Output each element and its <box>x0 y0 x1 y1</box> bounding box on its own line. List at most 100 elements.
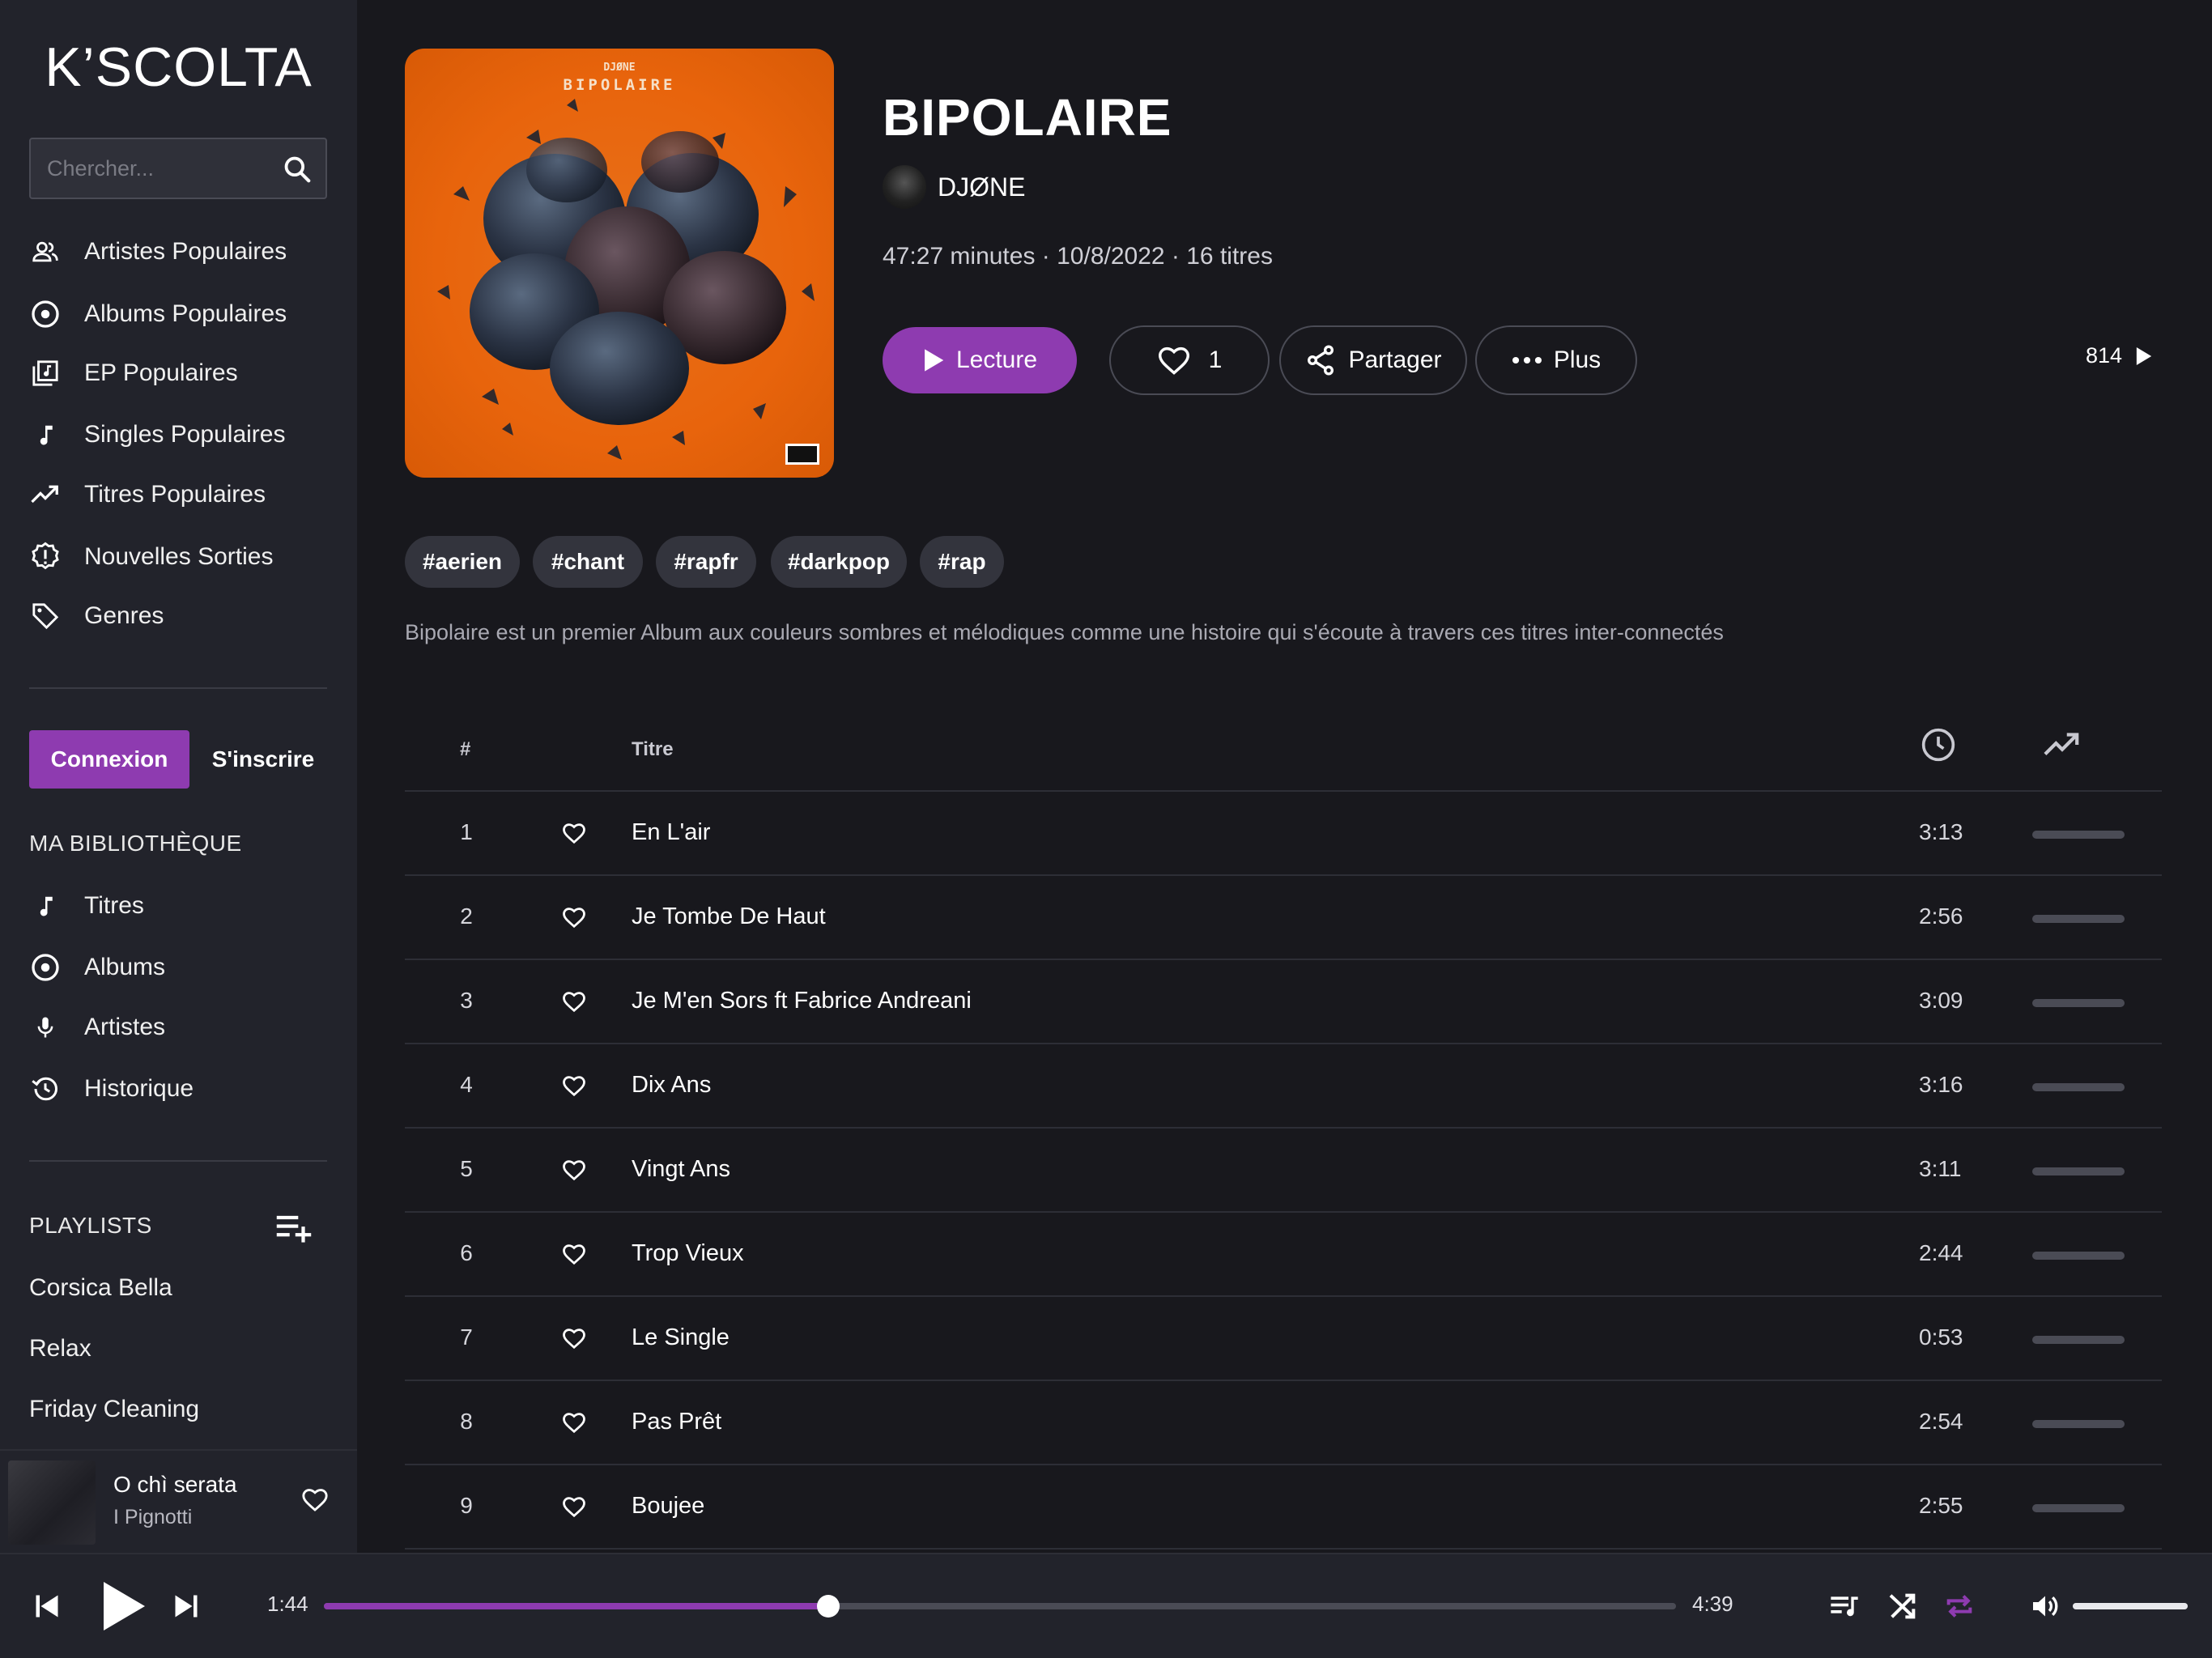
tag-chip[interactable]: #darkpop <box>771 536 907 588</box>
progress-knob[interactable] <box>816 1595 840 1618</box>
share-label: Partager <box>1348 346 1442 373</box>
signup-button[interactable]: S'inscrire <box>202 730 324 789</box>
app-logo[interactable]: K’SCOLTA <box>0 36 357 99</box>
heart-icon[interactable] <box>562 1494 586 1519</box>
now-playing-artist[interactable]: I Pignotti <box>113 1506 192 1529</box>
track-title[interactable]: Boujee <box>632 1493 704 1520</box>
history-icon <box>29 1073 62 1105</box>
column-title[interactable]: Titre <box>632 738 674 761</box>
tag-icon <box>29 600 62 632</box>
trending-up-icon <box>29 478 62 511</box>
likes-count: 1 <box>1208 346 1223 373</box>
shuffle-icon[interactable] <box>1887 1590 1919 1622</box>
heart-icon[interactable] <box>562 905 586 929</box>
search-input[interactable] <box>47 139 290 198</box>
playlist-item[interactable]: Relax <box>29 1335 91 1363</box>
more-label: Plus <box>1553 346 1602 373</box>
track-popularity-bar <box>2032 1252 2125 1260</box>
skip-previous-icon[interactable] <box>32 1592 62 1621</box>
heart-icon[interactable] <box>562 1158 586 1182</box>
track-title[interactable]: Vingt Ans <box>632 1156 730 1183</box>
track-row[interactable]: 2 Je Tombe De Haut 2:56 <box>405 876 2162 960</box>
progress-slider[interactable] <box>324 1595 1676 1618</box>
track-number: 2 <box>460 903 473 929</box>
elapsed-time: 1:44 <box>267 1592 308 1616</box>
track-title[interactable]: Dix Ans <box>632 1072 711 1099</box>
library-item-history[interactable]: Historique <box>29 1066 337 1112</box>
like-album-button[interactable]: 1 <box>1109 325 1270 395</box>
add-playlist-icon[interactable] <box>275 1211 313 1244</box>
total-time: 4:39 <box>1692 1592 1733 1616</box>
tag-chip[interactable]: #chant <box>533 536 643 588</box>
track-row[interactable]: 8 Pas Prêt 2:54 <box>405 1381 2162 1465</box>
track-row[interactable]: 5 Vingt Ans 3:11 <box>405 1129 2162 1213</box>
track-duration: 2:56 <box>1919 903 1963 929</box>
track-duration: 3:09 <box>1919 988 1963 1013</box>
track-row[interactable]: 7 Le Single 0:53 <box>405 1297 2162 1381</box>
share-button[interactable]: Partager <box>1279 325 1467 395</box>
login-button[interactable]: Connexion <box>29 730 189 789</box>
album-artist-link[interactable]: DJØNE <box>883 165 1025 209</box>
nav-item-genres[interactable]: Genres <box>29 593 337 639</box>
library-item-artists[interactable]: Artistes <box>29 1005 337 1050</box>
track-popularity-bar <box>2032 1504 2125 1512</box>
now-playing-mini[interactable]: O chì serata I Pignotti <box>0 1449 357 1553</box>
tag-chip[interactable]: #rap <box>920 536 1004 588</box>
plays-value: 814 <box>2086 343 2123 368</box>
queue-icon[interactable] <box>1828 1590 1861 1622</box>
nav-label: Artistes Populaires <box>84 238 287 265</box>
track-title[interactable]: En L'air <box>632 819 710 846</box>
track-row[interactable]: 1 En L'air 3:13 <box>405 792 2162 876</box>
track-title[interactable]: Trop Vieux <box>632 1240 744 1267</box>
now-playing-title[interactable]: O chì serata <box>113 1472 237 1498</box>
playlist-item[interactable]: Friday Cleaning <box>29 1396 199 1423</box>
heart-icon[interactable] <box>562 1326 586 1350</box>
track-number: 9 <box>460 1493 473 1518</box>
library-item-tracks[interactable]: Titres <box>29 883 337 929</box>
trending-up-icon[interactable] <box>2044 730 2081 759</box>
track-title[interactable]: Le Single <box>632 1324 730 1351</box>
play-label: Lecture <box>955 346 1038 373</box>
library-item-albums[interactable]: Albums <box>29 945 337 990</box>
volume-slider[interactable] <box>2073 1603 2188 1609</box>
track-title[interactable]: Je Tombe De Haut <box>632 903 826 930</box>
tag-chip[interactable]: #rapfr <box>656 536 756 588</box>
disc-icon <box>29 951 62 984</box>
nav-item-popular-artists[interactable]: Artistes Populaires <box>29 229 337 274</box>
play-icon[interactable] <box>99 1579 147 1634</box>
track-row[interactable]: 4 Dix Ans 3:16 <box>405 1044 2162 1129</box>
tag-chip[interactable]: #aerien <box>405 536 520 588</box>
nav-item-popular-albums[interactable]: Albums Populaires <box>29 291 337 337</box>
nav-item-popular-tracks[interactable]: Titres Populaires <box>29 472 337 517</box>
more-button[interactable]: Plus <box>1475 325 1637 395</box>
skip-next-icon[interactable] <box>172 1592 201 1621</box>
nav-label: Nouvelles Sorties <box>84 543 274 570</box>
nav-label: Genres <box>84 602 164 629</box>
artist-name[interactable]: DJØNE <box>938 172 1025 202</box>
now-playing-cover[interactable] <box>8 1460 96 1545</box>
search-box[interactable] <box>29 138 327 199</box>
track-row[interactable]: 9 Boujee 2:55 <box>405 1465 2162 1550</box>
track-number: 7 <box>460 1324 473 1350</box>
volume-icon[interactable] <box>2029 1590 2061 1622</box>
track-row[interactable]: 3 Je M'en Sors ft Fabrice Andreani 3:09 <box>405 960 2162 1044</box>
clock-icon[interactable] <box>1921 727 1956 763</box>
tracks-table-header: # Titre <box>405 712 2162 792</box>
heart-icon[interactable] <box>562 821 586 845</box>
track-row[interactable]: 6 Trop Vieux 2:44 <box>405 1213 2162 1297</box>
search-icon[interactable] <box>282 154 313 185</box>
heart-icon[interactable] <box>562 989 586 1014</box>
artist-avatar[interactable] <box>883 165 926 209</box>
heart-icon[interactable] <box>562 1073 586 1098</box>
playlist-item[interactable]: Corsica Bella <box>29 1274 172 1302</box>
track-title[interactable]: Je M'en Sors ft Fabrice Andreani <box>632 988 972 1014</box>
nav-item-popular-ep[interactable]: EP Populaires <box>29 351 337 396</box>
track-title[interactable]: Pas Prêt <box>632 1409 721 1435</box>
heart-icon[interactable] <box>562 1410 586 1435</box>
play-album-button[interactable]: Lecture <box>883 327 1077 393</box>
heart-icon[interactable] <box>301 1486 329 1514</box>
repeat-icon[interactable] <box>1943 1590 1976 1622</box>
nav-item-popular-singles[interactable]: Singles Populaires <box>29 412 337 457</box>
heart-icon[interactable] <box>562 1242 586 1266</box>
nav-item-new-releases[interactable]: Nouvelles Sorties <box>29 534 337 580</box>
